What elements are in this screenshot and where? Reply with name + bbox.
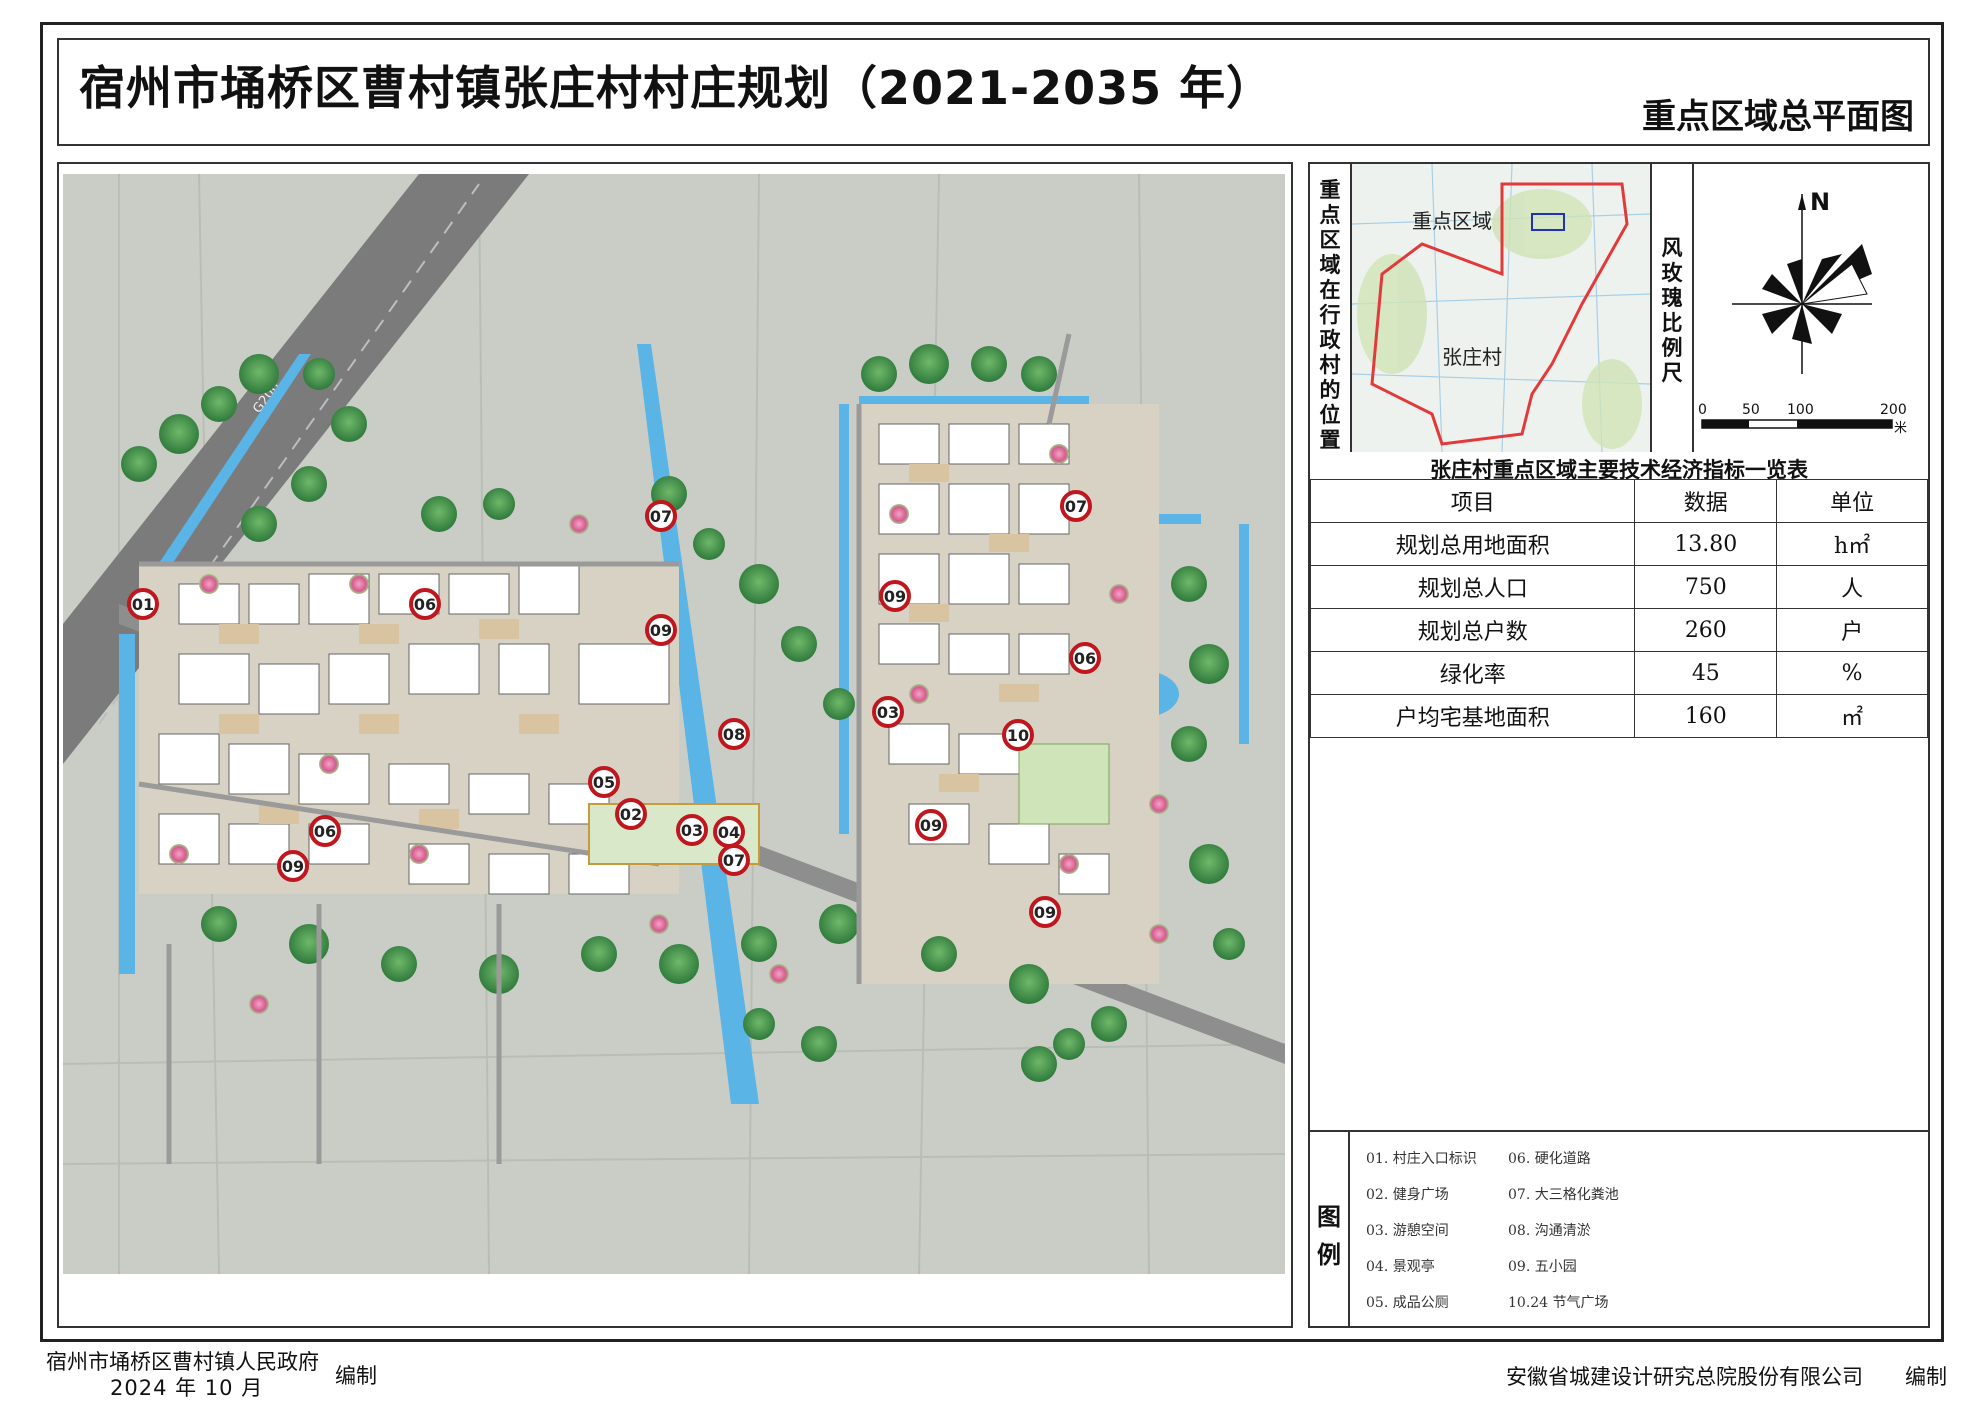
svg-text:100: 100	[1787, 402, 1814, 418]
table-header: 项目	[1309, 479, 1636, 523]
marker-label: 09	[1034, 903, 1056, 922]
location-label-column: 重点区域在行政村的位置	[1310, 164, 1352, 452]
marker-label: 02	[620, 805, 642, 824]
legend-item: 05. 成品公厕	[1366, 1295, 1449, 1311]
page-subtitle: 重点区域总平面图	[1642, 97, 1914, 137]
table-row: 规划总用地面积 13.80 h㎡	[1309, 522, 1928, 566]
solar-terms-square-area	[1018, 743, 1110, 825]
marker-02: 02	[615, 798, 647, 830]
footer-right-edit: 编制	[1905, 1365, 1947, 1389]
marker-09: 09	[645, 614, 677, 646]
marker-09: 09	[915, 809, 947, 841]
marker-label: 09	[884, 587, 906, 606]
table-row: 规划总户数 260 户	[1309, 608, 1928, 652]
marker-06: 06	[309, 815, 341, 847]
marker-07: 07	[718, 844, 750, 876]
marker-label: 07	[1065, 497, 1087, 516]
legend-item: 04. 景观亭	[1366, 1259, 1435, 1275]
svg-text:200: 200	[1880, 402, 1907, 418]
marker-01: 01	[127, 588, 159, 620]
marker-label: 09	[920, 816, 942, 835]
legend-title-column: 图例	[1310, 1132, 1350, 1328]
marker-05: 05	[588, 766, 620, 798]
svg-text:米: 米	[1894, 421, 1907, 436]
marker-label: 09	[282, 857, 304, 876]
marker-label: 07	[723, 851, 745, 870]
north-label: N	[1810, 188, 1830, 216]
marker-label: 05	[593, 773, 615, 792]
marker-09: 09	[879, 580, 911, 612]
marker-08: 08	[718, 718, 750, 750]
legend-item: 09. 五小园	[1508, 1259, 1577, 1275]
rose-label-column: 风玫瑰比例尺	[1650, 164, 1694, 452]
marker-label: 06	[1074, 649, 1096, 668]
village-label: 张庄村	[1442, 345, 1502, 369]
scale-bar	[1701, 419, 1893, 429]
marker-label: 01	[132, 595, 154, 614]
footer-right-org: 安徽省城建设计研究总院股份有限公司	[1506, 1365, 1863, 1389]
table-header: 数据	[1634, 479, 1778, 523]
title-box: 宿州市埇桥区曹村镇张庄村村庄规划（2021-2035 年） 重点区域总平面图	[57, 38, 1930, 146]
marker-03: 03	[872, 696, 904, 728]
marker-label: 08	[723, 725, 745, 744]
legend-title: 图例	[1317, 1203, 1341, 1269]
svg-text:50: 50	[1742, 402, 1760, 418]
master-plan-map: G206 01 06 07 09 08 05 02 03 04 07 06 09…	[57, 162, 1293, 1328]
marker-04: 04	[713, 816, 745, 848]
table-header: 单位	[1776, 479, 1928, 523]
marker-label: 03	[681, 821, 703, 840]
table-row: 规划总人口 750 人	[1309, 565, 1928, 609]
legend-item: 06. 硬化道路	[1508, 1151, 1591, 1167]
marker-label: 03	[877, 703, 899, 722]
legend-item: 08. 沟通清淤	[1508, 1223, 1591, 1239]
east-village-buildings	[859, 404, 1159, 984]
marker-09: 09	[277, 850, 309, 882]
location-inset-map: 重点区域 张庄村	[1352, 164, 1650, 452]
marker-label: 06	[414, 595, 436, 614]
legend-item: 02. 健身广场	[1366, 1187, 1449, 1203]
focus-area-label: 重点区域	[1412, 209, 1492, 233]
legend-item: 07. 大三格化粪池	[1508, 1187, 1619, 1203]
legend-item: 03. 游憩空间	[1366, 1223, 1449, 1239]
legend-item: 01. 村庄入口标识	[1366, 1151, 1477, 1167]
side-panel: 重点区域在行政村的位置 重点区域 张庄村 风玫瑰比例尺 N 0 50 100 2…	[1308, 162, 1930, 1328]
wind-rose-scale: N 0 50 100 200 米	[1698, 188, 1907, 436]
map-canvas: G206 01 06070908050203 04070609070906031…	[59, 164, 1291, 1326]
footer-left-edit: 编制	[335, 1364, 377, 1388]
footer-date: 2024 年 10 月	[110, 1376, 264, 1400]
marker-label: 09	[650, 621, 672, 640]
legend-item: 10.24 节气广场	[1508, 1295, 1609, 1311]
page-title: 宿州市埇桥区曹村镇张庄村村庄规划（2021-2035 年）	[79, 61, 1274, 115]
marker-06: 06	[1069, 642, 1101, 674]
marker-06: 06	[409, 588, 441, 620]
wind-rose-petals	[1762, 244, 1872, 344]
marker-07: 07	[1060, 490, 1092, 522]
rose-side-label: 风玫瑰比例尺	[1661, 236, 1683, 385]
marker-09: 09	[1029, 896, 1061, 928]
svg-text:0: 0	[1698, 402, 1707, 418]
location-side-label: 重点区域在行政村的位置	[1319, 178, 1341, 452]
marker-03: 03	[676, 814, 708, 846]
marker-07: 07	[645, 500, 677, 532]
table-row: 绿化率 45%	[1309, 651, 1928, 695]
tech-indicators-table: 项目 数据 单位 规划总用地面积 13.80 h㎡ 规划总人口 750 人 规划总户数 2…	[1309, 479, 1928, 738]
marker-label: 07	[650, 507, 672, 526]
marker-label: 06	[314, 822, 336, 841]
marker-label: 04	[718, 823, 740, 842]
marker-10: 10	[1002, 719, 1034, 751]
marker-label: 10	[1007, 726, 1029, 745]
legend: 图例 01. 村庄入口标识 06. 硬化道路 02. 健身广场 07. 大三格化…	[1310, 1130, 1928, 1328]
table-row: 户均宅基地面积 160 ㎡	[1309, 694, 1928, 738]
